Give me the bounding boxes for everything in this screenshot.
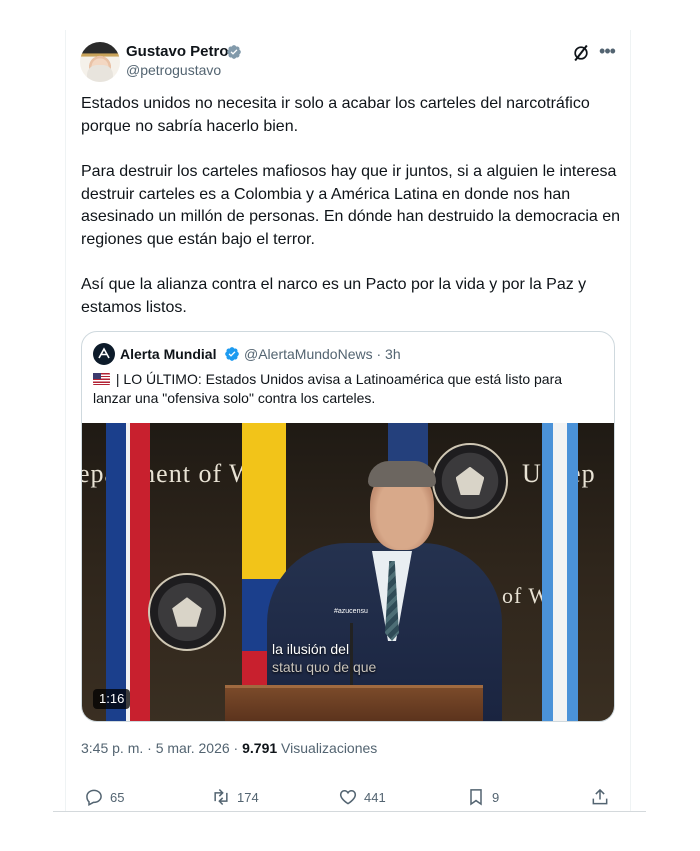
- repost-count: 174: [237, 789, 259, 805]
- bookmark-icon: [470, 789, 482, 806]
- author-handle[interactable]: @petrogustavo: [126, 62, 221, 78]
- tweet-text: Estados unidos no necesita ir solo a aca…: [81, 93, 621, 319]
- bookmark-count: 9: [492, 789, 500, 805]
- author-name[interactable]: Gustavo Petro: [126, 43, 229, 60]
- speaker-hair: [368, 461, 436, 487]
- reply-icon: [86, 789, 102, 807]
- views-label: Visualizaciones: [281, 740, 378, 756]
- reply-button[interactable]: 65: [84, 787, 124, 807]
- podium: [225, 685, 483, 721]
- tweet-date[interactable]: 5 mar. 2026: [156, 740, 230, 756]
- views-count: 9.791: [242, 740, 278, 756]
- tweet-paragraph: Así que la alianza contra el narco es un…: [81, 276, 587, 316]
- video-tag: #azucensu: [334, 608, 368, 615]
- pentagon-seal: [432, 443, 508, 519]
- like-button[interactable]: 441: [338, 787, 386, 807]
- author-avatar[interactable]: [80, 42, 120, 82]
- grok-icon[interactable]: [571, 43, 591, 63]
- quoted-tweet[interactable]: Alerta Mundial @AlertaMundoNews · 3h | L…: [81, 331, 615, 722]
- tweet-meta: 3:45 p. m. · 5 mar. 2026 · 9.791 Visuali…: [81, 740, 377, 756]
- video-caption: la ilusión del statu quo de que: [272, 640, 376, 676]
- divider: [53, 811, 646, 812]
- verified-badge-icon: [225, 347, 239, 361]
- repost-button[interactable]: 174: [211, 787, 259, 807]
- quote-author-name[interactable]: Alerta Mundial: [120, 346, 216, 362]
- like-icon: [339, 789, 357, 805]
- share-button[interactable]: [590, 787, 616, 807]
- tweet-paragraph: Para destruir los carteles mafiosos hay …: [81, 163, 621, 248]
- tweet-paragraph: Estados unidos no necesita ir solo a aca…: [81, 95, 590, 135]
- bookmark-button[interactable]: 9: [466, 787, 499, 807]
- quote-author-handle[interactable]: @AlertaMundoNews: [244, 346, 373, 362]
- flag-guatemala: [542, 423, 578, 721]
- video-duration: 1:16: [93, 689, 131, 709]
- quote-handle-time[interactable]: @AlertaMundoNews · 3h: [244, 346, 401, 362]
- reply-count: 65: [110, 789, 125, 805]
- share-icon: [592, 788, 608, 805]
- tweet-time[interactable]: 3:45 p. m.: [81, 740, 143, 756]
- pentagon-seal: [148, 573, 226, 651]
- meta-separator: ·: [147, 740, 152, 756]
- more-icon[interactable]: •••: [597, 42, 617, 63]
- meta-separator: ·: [233, 740, 239, 756]
- repost-icon: [214, 788, 228, 806]
- like-count: 441: [364, 789, 386, 805]
- verified-badge-icon: [227, 45, 241, 59]
- caption-line: la ilusión del: [272, 641, 350, 657]
- flag-dominican: [106, 423, 150, 721]
- quote-avatar[interactable]: [93, 343, 115, 365]
- quote-age: · 3h: [376, 346, 401, 362]
- quote-text: | LO ÚLTIMO: Estados Unidos avisa a Lati…: [93, 370, 603, 407]
- video-player[interactable]: epartment of War U Dep of W #azucensu la…: [82, 423, 614, 721]
- quote-text-body: | LO ÚLTIMO: Estados Unidos avisa a Lati…: [93, 371, 563, 406]
- us-flag-icon: [93, 373, 110, 385]
- caption-line: statu quo de que: [272, 659, 377, 675]
